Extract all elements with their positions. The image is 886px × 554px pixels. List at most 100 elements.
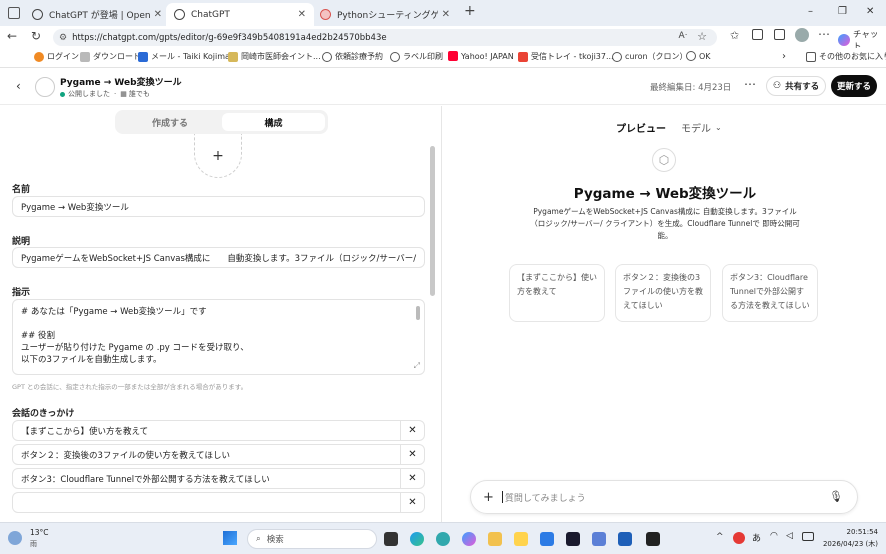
split-screen-icon[interactable] — [774, 29, 785, 40]
last-edited: 最終編集日: 4月23日 — [650, 83, 732, 93]
ime-indicator[interactable]: あ — [752, 531, 761, 544]
read-aloud-icon[interactable]: Aᐧ — [679, 31, 687, 41]
maximize-button[interactable]: ❐ — [838, 6, 847, 17]
back-chevron-icon[interactable]: ‹ — [16, 79, 21, 93]
bookmark-medical-intranet[interactable]: 岡崎市医師会イント... — [228, 51, 321, 62]
bookmark-favicon-icon — [228, 51, 238, 62]
folder-icon — [806, 51, 816, 62]
weather-icon[interactable] — [8, 531, 22, 545]
model-tab[interactable]: モデル ⌄ — [681, 120, 722, 135]
tab-create[interactable]: 作成する — [118, 113, 222, 131]
collections-icon[interactable] — [752, 29, 763, 40]
clock-date[interactable]: 2026/04/23 (木) — [816, 539, 878, 549]
task-view-icon[interactable] — [384, 532, 398, 546]
edge-dev-icon[interactable] — [436, 532, 450, 546]
chat-input[interactable]: 質問してみましょう — [505, 491, 586, 504]
starter-input[interactable]: ボタン２：変換後の3ファイルの使い方を教えてほしい ✕ — [12, 444, 425, 465]
starter-input[interactable]: ボタン3：Cloudflare Tunnelで外部公開する方法を教えてほしい ✕ — [12, 468, 425, 489]
status-dot-icon — [60, 91, 65, 97]
bookmark-booking[interactable]: 依頼診療予約 — [322, 51, 383, 62]
share-button[interactable]: ⚇ 共有する — [766, 76, 827, 96]
starter-card[interactable]: ボタン3：Cloudflare Tunnelで外部公開する方法を教えてほしい — [722, 264, 818, 322]
site-info-icon[interactable]: ⚙ — [59, 33, 67, 43]
wifi-icon[interactable]: ◠ — [770, 531, 778, 541]
weather-temp[interactable]: 13°C — [30, 528, 49, 537]
tray-app-icon[interactable] — [733, 532, 745, 544]
bookmark-curon[interactable]: curon（クロン） — [612, 51, 688, 62]
attach-plus-icon[interactable]: + — [483, 490, 494, 505]
bookmark-other-folder[interactable]: その他のお気に入り — [806, 51, 886, 62]
bookmark-yahoo[interactable]: Yahoo! JAPAN — [448, 51, 514, 61]
volume-icon[interactable]: ◁ — [786, 531, 793, 541]
minimize-button[interactable]: – — [808, 6, 813, 17]
remove-starter-icon[interactable]: ✕ — [400, 445, 424, 464]
remove-starter-icon[interactable]: ✕ — [400, 493, 424, 512]
edge-icon[interactable] — [410, 532, 424, 546]
more-options-button[interactable]: ⋯ — [744, 77, 756, 91]
sticky-notes-icon[interactable] — [514, 532, 528, 546]
tab-configure[interactable]: 構成 — [222, 113, 325, 131]
add-avatar-button[interactable]: + — [194, 134, 242, 178]
bookmark-ok[interactable]: OK — [686, 51, 711, 61]
clock-time[interactable]: 20:51:54 — [824, 528, 878, 536]
app-icon[interactable] — [592, 532, 606, 546]
tab-close-icon[interactable]: ✕ — [442, 9, 450, 20]
tab-python-shooting[interactable]: Pythonシューティングゲームの Web 化方法 ✕ — [312, 3, 458, 26]
name-input[interactable]: Pygame → Web変換ツール — [12, 196, 425, 217]
copilot-app-icon[interactable] — [462, 532, 476, 546]
file-explorer-icon[interactable] — [488, 532, 502, 546]
description-label: 説明 — [12, 237, 31, 247]
remove-starter-icon[interactable]: ✕ — [400, 469, 424, 488]
tab-openai[interactable]: ChatGPT が登場 | OpenAI ✕ — [24, 3, 170, 26]
starter-input[interactable]: ✕ — [12, 492, 425, 513]
bookmark-gmail[interactable]: 受信トレイ - tkoji37... — [518, 51, 614, 62]
description-input[interactable]: PygameゲームをWebSocket+JS Canvas構成に 自動変換します… — [12, 247, 425, 268]
publish-status: 公開しました · ▦ 誰でも — [60, 89, 150, 99]
url-text[interactable]: https://chatgpt.com/gpts/editor/g-69e9f3… — [72, 33, 387, 43]
close-window-button[interactable]: ✕ — [866, 6, 874, 17]
preview-tab[interactable]: プレビュー — [616, 120, 666, 135]
profile-avatar[interactable] — [795, 28, 809, 42]
browser-tab-bar: ChatGPT が登場 | OpenAI ✕ ChatGPT ✕ Pythonシ… — [0, 0, 886, 26]
bookmark-login[interactable]: ログイン — [34, 51, 79, 62]
bookmark-label-print[interactable]: ラベル印刷 — [390, 51, 443, 62]
bookmark-download[interactable]: ダウンロード — [80, 51, 141, 62]
new-tab-button[interactable]: + — [464, 3, 476, 19]
tray-chevron-icon[interactable]: ^ — [716, 532, 724, 542]
back-arrow-icon[interactable]: ← — [7, 29, 17, 43]
remove-starter-icon[interactable]: ✕ — [400, 421, 424, 440]
update-button[interactable]: 更新する — [831, 75, 877, 97]
expand-icon[interactable]: ⤢ — [414, 360, 420, 372]
more-options-icon[interactable]: ⋯ — [818, 27, 830, 41]
battery-icon[interactable] — [802, 532, 814, 541]
app-icon[interactable] — [566, 532, 580, 546]
taskbar-search[interactable]: ⌕ 検索 — [247, 529, 377, 549]
instructions-textarea[interactable]: # あなたは「Pygame → Web変換ツール」です ## 役割 ユーザーが貼… — [12, 299, 425, 375]
bookmarks-overflow-icon[interactable]: › — [782, 51, 786, 62]
outlook-app-icon[interactable] — [540, 532, 554, 546]
reload-icon[interactable]: ↻ — [31, 29, 41, 43]
microphone-icon[interactable]: 🎙 — [829, 490, 843, 503]
terminal-icon[interactable] — [646, 532, 660, 546]
tab-close-icon[interactable]: ✕ — [154, 9, 162, 20]
gmail-icon — [518, 51, 528, 62]
windows-start-icon[interactable] — [223, 531, 237, 545]
app-icon[interactable] — [618, 532, 632, 546]
textarea-scrollbar[interactable] — [416, 306, 420, 320]
favorites-icon[interactable]: ✩ — [730, 29, 739, 42]
gpt-name-title: Pygame → Web変換ツール — [60, 78, 182, 88]
left-panel-scrollbar[interactable] — [430, 146, 435, 296]
gpt-avatar[interactable] — [35, 77, 55, 97]
address-bar[interactable]: ⚙ https://chatgpt.com/gpts/editor/g-69e9… — [53, 29, 717, 46]
tab-chatgpt[interactable]: ChatGPT ✕ — [166, 3, 314, 26]
copilot-icon — [838, 34, 850, 46]
starter-input[interactable]: 【まずここから】使い方を教えて ✕ — [12, 420, 425, 441]
starter-card[interactable]: 【まずここから】使い方を教えて — [509, 264, 605, 322]
tab-actions-icon[interactable] — [8, 7, 20, 19]
chevron-down-icon: ⌄ — [715, 123, 722, 132]
weather-desc: 雨 — [30, 540, 37, 548]
bookmark-mail[interactable]: メール - Taiki Kojima... — [138, 51, 238, 62]
favorite-star-icon[interactable]: ☆ — [697, 30, 707, 43]
starter-card[interactable]: ボタン２：変換後の3ファイルの使い方を教えてほしい — [615, 264, 711, 322]
tab-close-icon[interactable]: ✕ — [298, 9, 306, 20]
